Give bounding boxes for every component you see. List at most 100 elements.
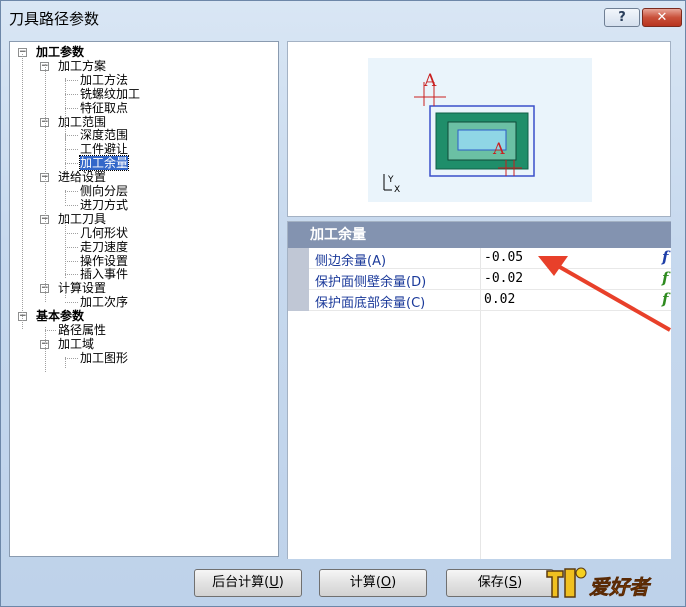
tree-item[interactable]: 进刀方式 [80,198,128,212]
tree-item-label: 加工方案 [58,58,107,73]
tree-connector [65,149,78,151]
tree-item-label: 走刀速度 [80,239,129,254]
property-row-wall-allowance[interactable]: 保护面侧壁余量(D) -0.02 [309,269,671,290]
tree-item-label: 操作设置 [80,253,129,268]
tree-item[interactable]: 加工图形 [80,351,128,365]
tree-connector [65,191,78,192]
tree-connector [65,107,78,109]
tree-connector [65,246,78,248]
tree-item[interactable]: 工件避让 [80,142,128,156]
property-name: 保护面侧壁余量(D) [315,275,427,290]
axis-x-label: X [394,185,400,195]
tree-connector [65,274,78,276]
tree-item[interactable]: 插入事件 [80,267,128,281]
property-gutter [288,248,309,311]
tree-item[interactable]: 加工方法 [80,73,128,87]
property-row-bottom-allowance[interactable]: 保护面底部余量(C) 0.02 [309,290,671,311]
tree-item-label: 插入事件 [80,267,129,282]
tree-connector [65,135,78,137]
function-icon[interactable]: f [662,248,668,266]
tree-item-label: 几何形状 [80,225,129,240]
svg-text:爱好者: 爱好者 [589,575,652,599]
tree-item[interactable]: 基本参数 [36,309,84,323]
dim-label-top: A [423,71,437,91]
button-accesskey: O [380,575,392,590]
tree-guide-line [22,54,23,329]
allowance-diagram: A A Y X [368,58,592,202]
tree-item-label: 铣螺纹加工 [80,86,141,101]
save-button[interactable]: 保存(S) [446,569,554,597]
tree-item[interactable]: 加工方案 [58,59,106,73]
window-title: 刀具路径参数 [9,10,100,28]
property-category-header: 加工余量 [288,222,671,248]
tree-item[interactable]: 特征取点 [80,101,128,115]
close-button[interactable]: ✕ [642,8,682,27]
tree-item[interactable]: 铣螺纹加工 [80,87,140,101]
tree-item-label: 进刀方式 [80,197,129,212]
function-icon[interactable]: f [662,269,668,287]
tree-item[interactable]: 操作设置 [80,254,128,268]
tree-connector [65,302,78,304]
tree-item-label: 加工域 [58,336,95,351]
tree-item[interactable]: 路径属性 [58,323,106,337]
tree-guide-line [65,357,66,368]
tree-item[interactable]: 加工域 [58,337,94,351]
property-value-input[interactable]: -0.02 [484,271,523,286]
dialog-window: 刀具路径参数 ? ✕ 加工参数 − 加工方案 − 加工方法 铣螺纹加工 特征取点 加工范围 − 深… [0,0,686,607]
function-icon[interactable]: f [662,290,668,308]
help-button[interactable]: ? [604,8,640,27]
background-calc-button[interactable]: 后台计算(U) [194,569,302,597]
tree-item-label: 加工次序 [80,295,129,310]
tree-item-label: 加工图形 [80,350,129,365]
axis-y-label: Y [387,175,394,185]
button-label: 计算 [349,575,376,590]
tree-item-label: 路径属性 [58,323,107,337]
tree-guide-line [65,78,66,140]
tree-item[interactable]: 走刀速度 [80,240,128,254]
parameter-tree[interactable]: 加工参数 − 加工方案 − 加工方法 铣螺纹加工 特征取点 加工范围 − 深度范围 工件避让 加工余量… [9,41,279,557]
property-row-side-allowance[interactable]: 侧边余量(A) -0.05 [309,248,671,269]
property-name: 侧边余量(A) [315,254,387,269]
title-bar[interactable]: 刀具路径参数 ? ✕ [1,1,685,35]
tree-connector [65,204,78,206]
property-grid: 加工余量 侧边余量(A) -0.05 保护面侧壁余量(D) -0.02 保护面底… [287,221,671,559]
tree-item-label: 加工参数 [36,45,85,59]
tree-connector [65,357,78,359]
tree-item-label: 特征取点 [80,100,129,115]
tree-item[interactable]: 侧向分层 [80,184,128,198]
tree-item-label: 工件避让 [80,142,129,157]
button-label: 保存 [477,575,504,590]
tree-item[interactable]: 深度范围 [80,128,128,142]
tree-guide-line [65,218,66,278]
tree-item-label: 加工方法 [80,72,129,87]
tree-connector [45,330,56,331]
tree-item-label: 深度范围 [80,128,129,143]
tree-item[interactable]: 加工参数 [36,45,84,59]
tree-item-label: 加工余量 [78,155,130,172]
tree-guide-line [65,287,66,298]
tree-guide-line [65,190,66,203]
button-accesskey: U [269,575,279,590]
tree-connector [65,232,78,234]
tree-guide-line [45,327,46,372]
tree-connector [65,260,78,262]
tree-item[interactable]: 几何形状 [80,226,128,240]
calc-button[interactable]: 计算(O) [319,569,427,597]
tree-item-label: 侧向分层 [80,184,129,198]
property-name: 保护面底部余量(C) [315,296,426,311]
tree-connector [65,79,78,81]
button-label: 后台计算 [212,575,265,590]
tree-item[interactable]: 加工余量 [78,155,130,172]
preview-panel: A A Y X [287,41,671,217]
watermark-logo: 爱好者 [541,563,671,603]
tree-guide-line [45,64,46,302]
tree-guide-line [65,134,66,175]
button-accesskey: S [508,575,518,590]
property-value-input[interactable]: -0.05 [484,250,523,265]
tree-connector [65,163,78,165]
dim-label-inner: A [492,139,505,158]
property-value-input[interactable]: 0.02 [484,292,515,307]
tree-item-label: 基本参数 [36,309,85,324]
tree-connector [65,93,78,95]
tree-item[interactable]: 加工次序 [80,295,128,309]
